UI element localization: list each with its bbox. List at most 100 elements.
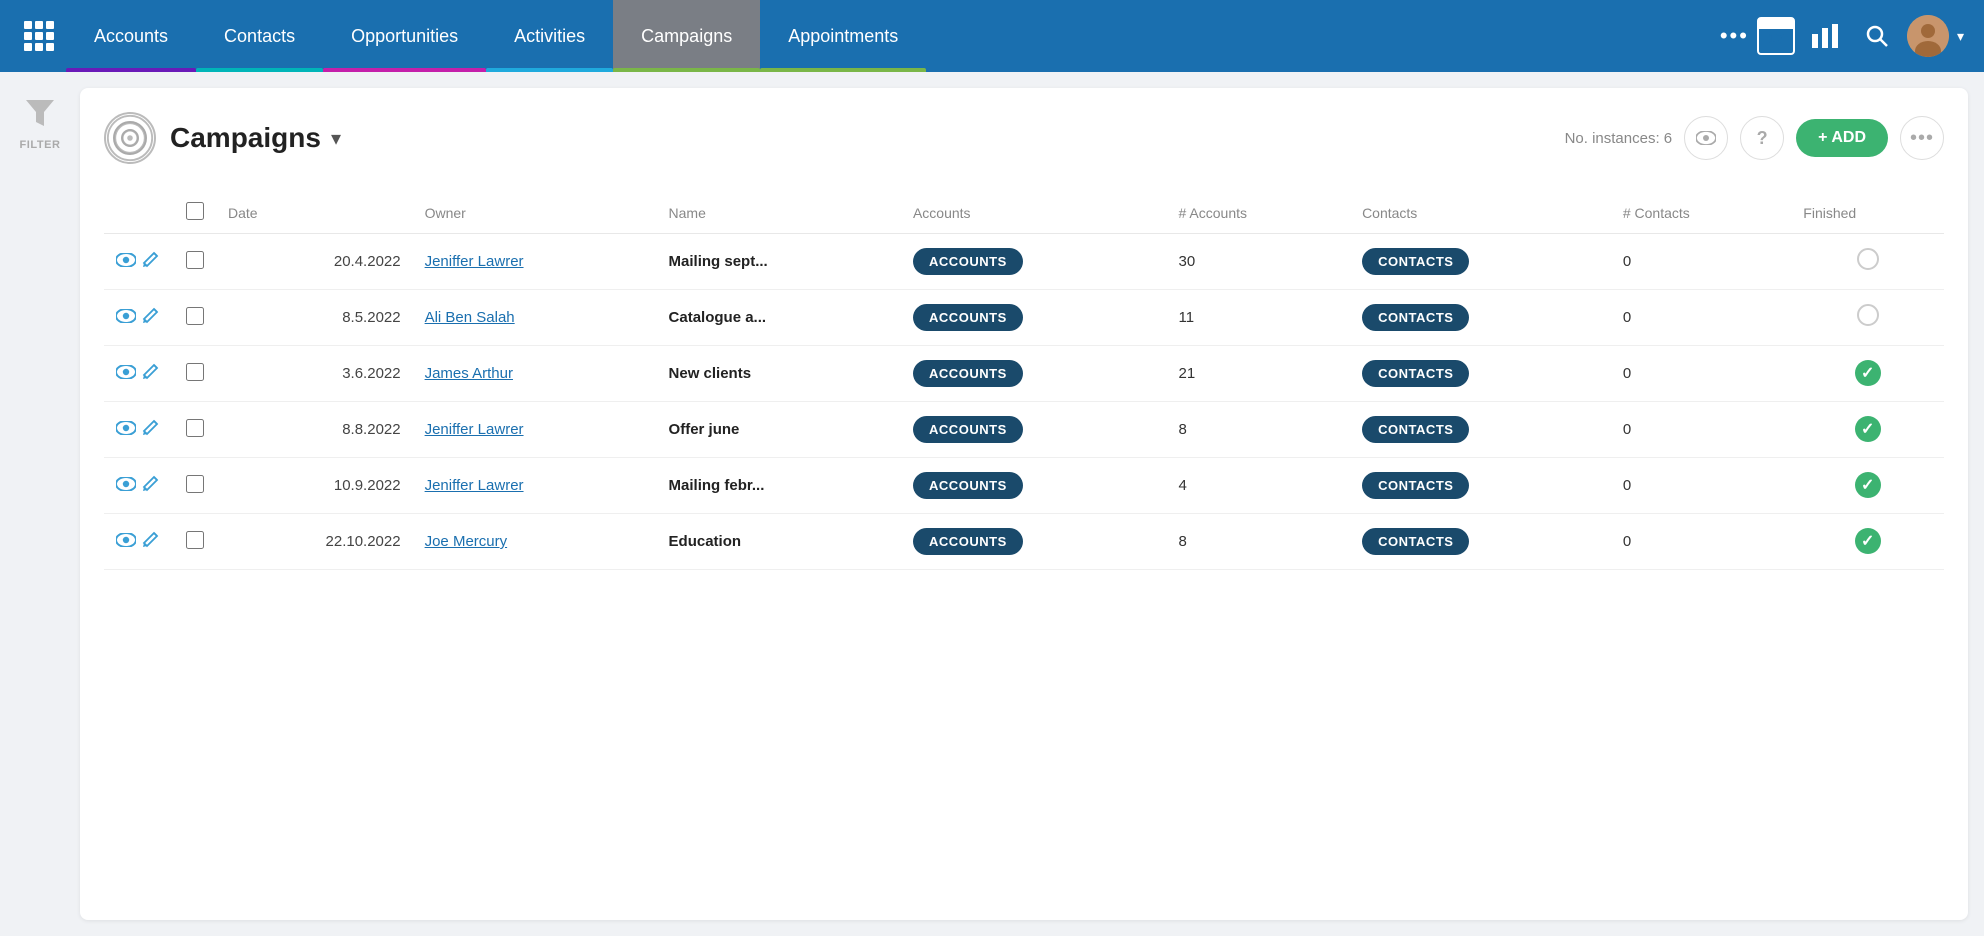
row-actions (116, 530, 162, 553)
col-name: Name (657, 192, 901, 234)
row-num-accounts: 30 (1167, 234, 1351, 290)
row-num-accounts: 4 (1167, 458, 1351, 514)
nav-underline-contacts (196, 68, 323, 72)
col-checkbox (174, 192, 216, 234)
row-name: Catalogue a... (657, 290, 901, 346)
contacts-badge[interactable]: CONTACTS (1362, 248, 1469, 275)
row-name: Mailing sept... (657, 234, 901, 290)
contacts-badge[interactable]: CONTACTS (1362, 360, 1469, 387)
instances-count: No. instances: 6 (1565, 130, 1673, 147)
accounts-badge[interactable]: ACCOUNTS (913, 360, 1023, 387)
row-date: 10.9.2022 (216, 458, 413, 514)
nav-item-activities[interactable]: Activities (486, 0, 613, 72)
row-num-accounts: 21 (1167, 346, 1351, 402)
finished-check-icon: ✓ (1855, 528, 1881, 554)
more-options-button[interactable]: ••• (1900, 116, 1944, 160)
sidebar: FILTER (0, 72, 80, 936)
nav-item-accounts[interactable]: Accounts (66, 0, 196, 72)
row-owner[interactable]: Joe Mercury (425, 533, 508, 550)
finished-check-icon: ✓ (1855, 472, 1881, 498)
table-row: 8.8.2022 Jeniffer Lawrer Offer june ACCOUNT… (104, 402, 1944, 458)
search-icon-button[interactable] (1855, 14, 1899, 58)
row-edit-icon[interactable] (142, 306, 160, 329)
row-checkbox[interactable] (186, 531, 204, 549)
row-finished: ✓ (1791, 402, 1944, 456)
table-row: 20.4.2022Jeniffer LawrerMailing sept...A… (104, 234, 1944, 290)
finished-empty-radio (1857, 304, 1879, 326)
calendar-icon[interactable]: 17 (1757, 17, 1795, 55)
nav-item-appointments[interactable]: Appointments (760, 0, 926, 72)
row-name: New clients (657, 346, 901, 402)
table-row: 8.5.2022 Ali Ben Salah Catalogue a... ACCOU… (104, 290, 1944, 346)
header-right: No. instances: 6 ? + ADD ••• (1565, 116, 1944, 160)
row-edit-icon[interactable] (142, 418, 160, 441)
nav-item-opportunities[interactable]: Opportunities (323, 0, 486, 72)
row-view-icon[interactable] (116, 307, 136, 328)
row-num-contacts: 0 (1611, 234, 1791, 290)
finished-check-icon: ✓ (1855, 360, 1881, 386)
row-owner[interactable]: Jeniffer Lawrer (425, 421, 524, 438)
row-view-icon[interactable] (116, 419, 136, 440)
contacts-badge[interactable]: CONTACTS (1362, 304, 1469, 331)
accounts-badge[interactable]: ACCOUNTS (913, 416, 1023, 443)
row-num-accounts: 8 (1167, 514, 1351, 570)
row-view-icon[interactable] (116, 251, 136, 272)
accounts-badge[interactable]: ACCOUNTS (913, 528, 1023, 555)
row-view-icon[interactable] (116, 363, 136, 384)
main-content: Campaigns ▾ No. instances: 6 ? + ADD (80, 88, 1968, 920)
page-header: Campaigns ▾ No. instances: 6 ? + ADD (104, 112, 1944, 164)
col-num-contacts: # Contacts (1611, 192, 1791, 234)
select-all-checkbox[interactable] (186, 202, 204, 220)
row-date: 3.6.2022 (216, 346, 413, 402)
nav-more-button[interactable]: ••• (1720, 23, 1749, 49)
add-button[interactable]: + ADD (1796, 119, 1888, 157)
help-icon-button[interactable]: ? (1740, 116, 1784, 160)
col-actions (104, 192, 174, 234)
nav-item-campaigns[interactable]: Campaigns (613, 0, 760, 72)
accounts-badge[interactable]: ACCOUNTS (913, 304, 1023, 331)
visibility-icon-button[interactable] (1684, 116, 1728, 160)
table-row: 22.10.2022Joe MercuryEducationACCOUNTS8C… (104, 514, 1944, 570)
table-row: 10.9.2022Jeniffer LawrerMailing febr...A… (104, 458, 1944, 514)
contacts-badge[interactable]: CONTACTS (1362, 472, 1469, 499)
row-actions (116, 474, 162, 497)
row-owner[interactable]: Jeniffer Lawrer (425, 477, 524, 494)
row-checkbox[interactable] (186, 251, 204, 269)
row-view-icon[interactable] (116, 531, 136, 552)
row-checkbox[interactable] (186, 475, 204, 493)
accounts-badge[interactable]: ACCOUNTS (913, 472, 1023, 499)
row-owner[interactable]: Jeniffer Lawrer (425, 253, 524, 270)
row-owner[interactable]: James Arthur (425, 365, 513, 382)
row-checkbox[interactable] (186, 307, 204, 325)
table-row: 3.6.2022 James Arthur New clients ACCOUNTS 2… (104, 346, 1944, 402)
row-date: 8.8.2022 (216, 402, 413, 458)
row-name: Offer june (657, 402, 901, 458)
page-title-group: Campaigns ▾ (170, 122, 341, 154)
nav-item-contacts[interactable]: Contacts (196, 0, 323, 72)
nav-underline-opportunities (323, 68, 486, 72)
row-num-contacts: 0 (1611, 290, 1791, 346)
row-view-icon[interactable] (116, 475, 136, 496)
accounts-badge[interactable]: ACCOUNTS (913, 248, 1023, 275)
row-edit-icon[interactable] (142, 530, 160, 553)
row-checkbox[interactable] (186, 419, 204, 437)
analytics-icon-button[interactable] (1803, 14, 1847, 58)
page-title-chevron-icon[interactable]: ▾ (331, 126, 341, 151)
row-edit-icon[interactable] (142, 474, 160, 497)
contacts-badge[interactable]: CONTACTS (1362, 416, 1469, 443)
campaigns-table-wrap: Date Owner Name Accounts # Accounts Cont… (104, 192, 1944, 570)
nav-underline-appointments (760, 68, 926, 72)
grid-menu-button[interactable] (12, 0, 66, 72)
row-date: 8.5.2022 (216, 290, 413, 346)
filter-button[interactable]: FILTER (12, 92, 69, 159)
row-date: 22.10.2022 (216, 514, 413, 570)
row-owner[interactable]: Ali Ben Salah (425, 309, 515, 326)
avatar-chevron-icon[interactable]: ▾ (1957, 28, 1964, 45)
page-title: Campaigns (170, 122, 321, 154)
contacts-badge[interactable]: CONTACTS (1362, 528, 1469, 555)
row-edit-icon[interactable] (142, 250, 160, 273)
row-edit-icon[interactable] (142, 362, 160, 385)
row-checkbox[interactable] (186, 363, 204, 381)
eye-icon (1696, 131, 1716, 145)
user-avatar[interactable] (1907, 15, 1949, 57)
